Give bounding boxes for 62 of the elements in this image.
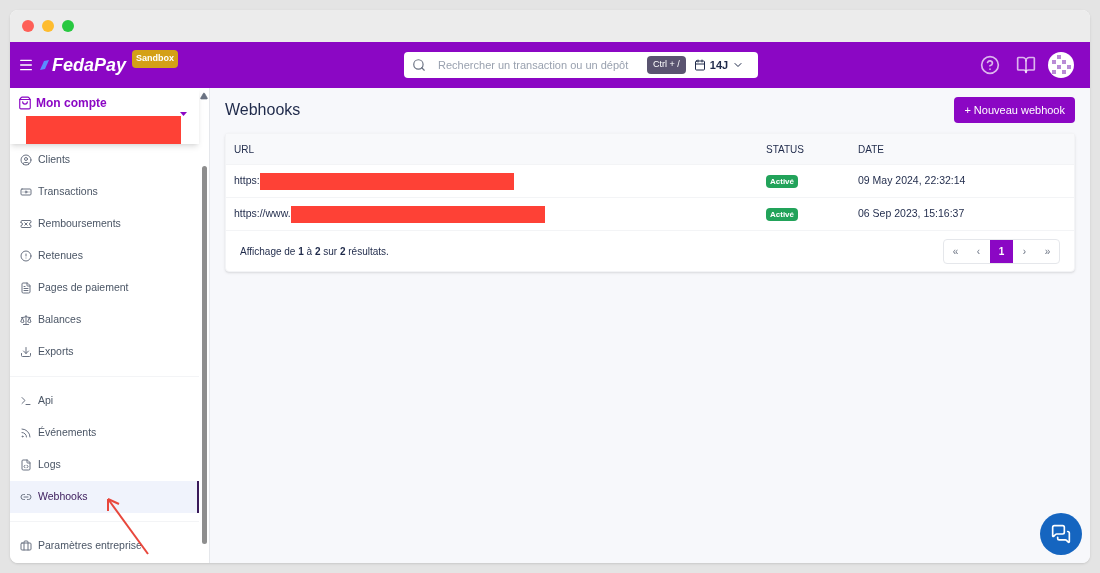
sidebar-item[interactable]: Clients	[10, 144, 199, 176]
sidebar-item[interactable]: Api	[10, 385, 199, 417]
close-window-button[interactable]	[22, 20, 34, 32]
url-cell: https:	[234, 173, 260, 189]
link-icon	[20, 491, 32, 503]
date-cell: 09 May 2024, 22:32:14	[858, 173, 966, 189]
chat-button[interactable]	[1040, 513, 1082, 555]
menu-icon[interactable]	[18, 57, 34, 73]
banknote-icon	[20, 186, 32, 198]
chat-icon	[1051, 524, 1071, 544]
terminal-icon	[20, 395, 32, 407]
book-icon[interactable]	[1016, 55, 1036, 75]
sidebar-item[interactable]: Transactions	[10, 176, 199, 208]
sidebar-item[interactable]: Webhooks	[10, 481, 199, 513]
sidebar-item[interactable]: Remboursements	[10, 208, 199, 240]
document-icon	[20, 282, 32, 294]
bag-icon	[18, 96, 32, 110]
bag-icon	[20, 540, 32, 552]
shortcut-badge: Ctrl + /	[647, 56, 686, 74]
sidebar-item[interactable]: Retenues	[10, 240, 199, 272]
page-button[interactable]: 1	[990, 239, 1013, 263]
column-header: STATUS	[766, 142, 805, 157]
document-icon	[20, 459, 32, 471]
sidebar-item[interactable]: Logs	[10, 449, 199, 481]
calendar-icon	[693, 59, 706, 71]
sidebar-item[interactable]: Paramètres entreprise	[10, 530, 199, 562]
page-button[interactable]: »	[1036, 239, 1059, 263]
column-header: DATE	[858, 142, 884, 157]
brand-name: FedaPay	[52, 54, 127, 77]
sidebar-item[interactable]: Pages de paiement	[10, 272, 199, 304]
sidebar-item[interactable]: Exports	[10, 336, 199, 368]
status-badge: Activé	[766, 175, 798, 189]
page-button[interactable]: ›	[1013, 239, 1036, 263]
account-title: Mon compte	[36, 95, 107, 112]
sandbox-badge: Sandbox	[132, 50, 179, 68]
page-button[interactable]: ‹	[967, 239, 990, 263]
user-circle-icon	[20, 154, 32, 166]
avatar-icon[interactable]	[1048, 52, 1074, 78]
rss-icon	[20, 427, 32, 439]
results-summary: Affichage de 1 à 2 sur 2 résultats.	[240, 244, 389, 259]
url-cell: https://www.	[234, 206, 291, 222]
search-input[interactable]: Rechercher un transaction ou un dépôt	[438, 56, 644, 74]
period-dropdown[interactable]: 14J	[693, 56, 745, 74]
alert-circle-icon	[20, 250, 32, 262]
download-icon	[20, 346, 32, 358]
search-icon	[412, 58, 427, 72]
scale-icon	[20, 314, 32, 326]
date-cell: 06 Sep 2023, 15:16:37	[858, 206, 965, 222]
account-selector[interactable]: Mon compte	[10, 88, 199, 144]
sidebar-item[interactable]: Événements	[10, 417, 199, 449]
search-bar[interactable]: Rechercher un transaction ou un dépôt Ctrl + / 14J	[404, 52, 759, 78]
new-webhook-button[interactable]: + Nouveau webhook	[954, 97, 1075, 123]
sidebar-item[interactable]: Balances	[10, 304, 199, 336]
page-title: Webhooks	[225, 100, 301, 120]
status-badge: Activé	[766, 208, 798, 222]
logo-icon	[38, 59, 50, 71]
caret-icon	[180, 112, 187, 116]
column-header: URL	[233, 142, 255, 157]
scroll-up-icon[interactable]	[200, 92, 208, 100]
ticket-icon	[20, 218, 32, 230]
help-icon[interactable]	[980, 55, 1000, 75]
page-button[interactable]: «	[944, 239, 967, 263]
